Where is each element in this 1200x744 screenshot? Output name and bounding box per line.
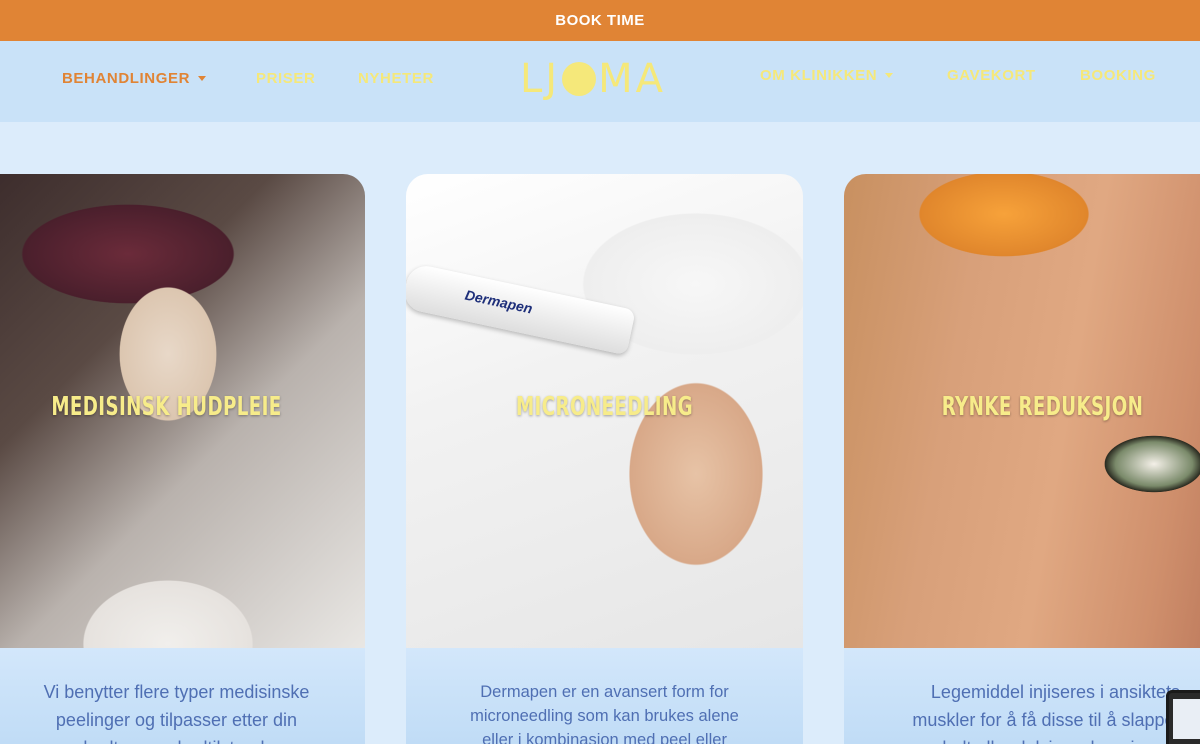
treatment-photo: Dermapen MICRONEEDLING [406, 174, 803, 648]
nav-label: BOOKING [1080, 67, 1156, 84]
top-banner: BOOK TIME [0, 0, 1200, 41]
description-line: eller i kombinasjon med peel eller [482, 731, 727, 744]
nav-label: PRISER [256, 70, 316, 87]
treatment-card-microneedling[interactable]: Dermapen MICRONEEDLING Dermapen er en av… [406, 174, 803, 744]
nav-item-behandlinger[interactable]: BEHANDLINGER [62, 70, 207, 87]
main-navigation: BEHANDLINGER PRISER NYHETER LJ MA OM KLI… [0, 41, 1200, 122]
nav-label: BEHANDLINGER [62, 70, 191, 87]
nav-item-gavekort[interactable]: GAVEKORT [947, 67, 1036, 84]
chevron-down-icon [198, 76, 207, 81]
description-line: Dermapen er en avansert form for [480, 683, 729, 701]
card-body: Dermapen er en avansert form for microne… [406, 648, 803, 744]
card-title: MICRONEEDLING [516, 392, 693, 422]
card-description: Dermapen er en avansert form for microne… [414, 680, 795, 744]
card-title: RYNKE REDUKSJON [941, 392, 1144, 422]
logo-sun-icon [562, 62, 597, 96]
treatment-card-rynke-reduksjon[interactable]: RYNKE REDUKSJON Legemiddel injiseres i a… [844, 174, 1200, 744]
pen-brand-label: Dermapen [463, 286, 534, 317]
logo-text-end: MA [598, 56, 666, 102]
logo-text-start: LJ [520, 56, 561, 102]
card-description: Vi benytter flere typer medisinske peeli… [0, 678, 365, 744]
nav-item-booking[interactable]: BOOKING [1080, 67, 1156, 84]
card-description: Legemiddel injiseres i ansiktets muskler… [870, 678, 1200, 744]
treatment-card-medisinsk-hudpleie[interactable]: MEDISINSK HUDPLEIE Vi benytter flere typ… [0, 174, 365, 744]
description-line: hudtype og hudtilstand. [0, 734, 365, 744]
nav-item-priser[interactable]: PRISER [256, 70, 315, 87]
description-line: helt eller delvis, avhengig av [870, 734, 1200, 744]
description-line: microneedling som kan brukes alene [470, 707, 739, 725]
nav-item-om-klinikken[interactable]: OM KLINIKKEN [760, 67, 894, 84]
nav-label: NYHETER [358, 70, 434, 87]
nav-item-nyheter[interactable]: NYHETER [358, 70, 434, 87]
ljoma-logo[interactable]: LJ MA [520, 56, 680, 102]
nav-label: GAVEKORT [947, 67, 1036, 84]
chevron-down-icon [885, 73, 894, 78]
book-time-link[interactable]: BOOK TIME [555, 12, 645, 29]
description-line: Vi benytter flere typer medisinske [43, 682, 310, 702]
dermapen-device: Dermapen [406, 262, 636, 356]
nav-label: OM KLINIKKEN [760, 67, 878, 84]
card-body: Legemiddel injiseres i ansiktets muskler… [844, 648, 1200, 744]
card-body: Vi benytter flere typer medisinske peeli… [0, 648, 365, 744]
description-line: Legemiddel injiseres i ansiktets [930, 682, 1181, 702]
description-line: muskler for å få disse til å slappe av [912, 710, 1199, 730]
card-title: MEDISINSK HUDPLEIE [51, 392, 282, 422]
description-line: peelinger og tilpasser etter din [55, 710, 298, 730]
treatment-photo: RYNKE REDUKSJON [844, 174, 1200, 648]
chat-widget-icon[interactable] [1166, 690, 1200, 744]
treatment-photo: MEDISINSK HUDPLEIE [0, 174, 365, 648]
